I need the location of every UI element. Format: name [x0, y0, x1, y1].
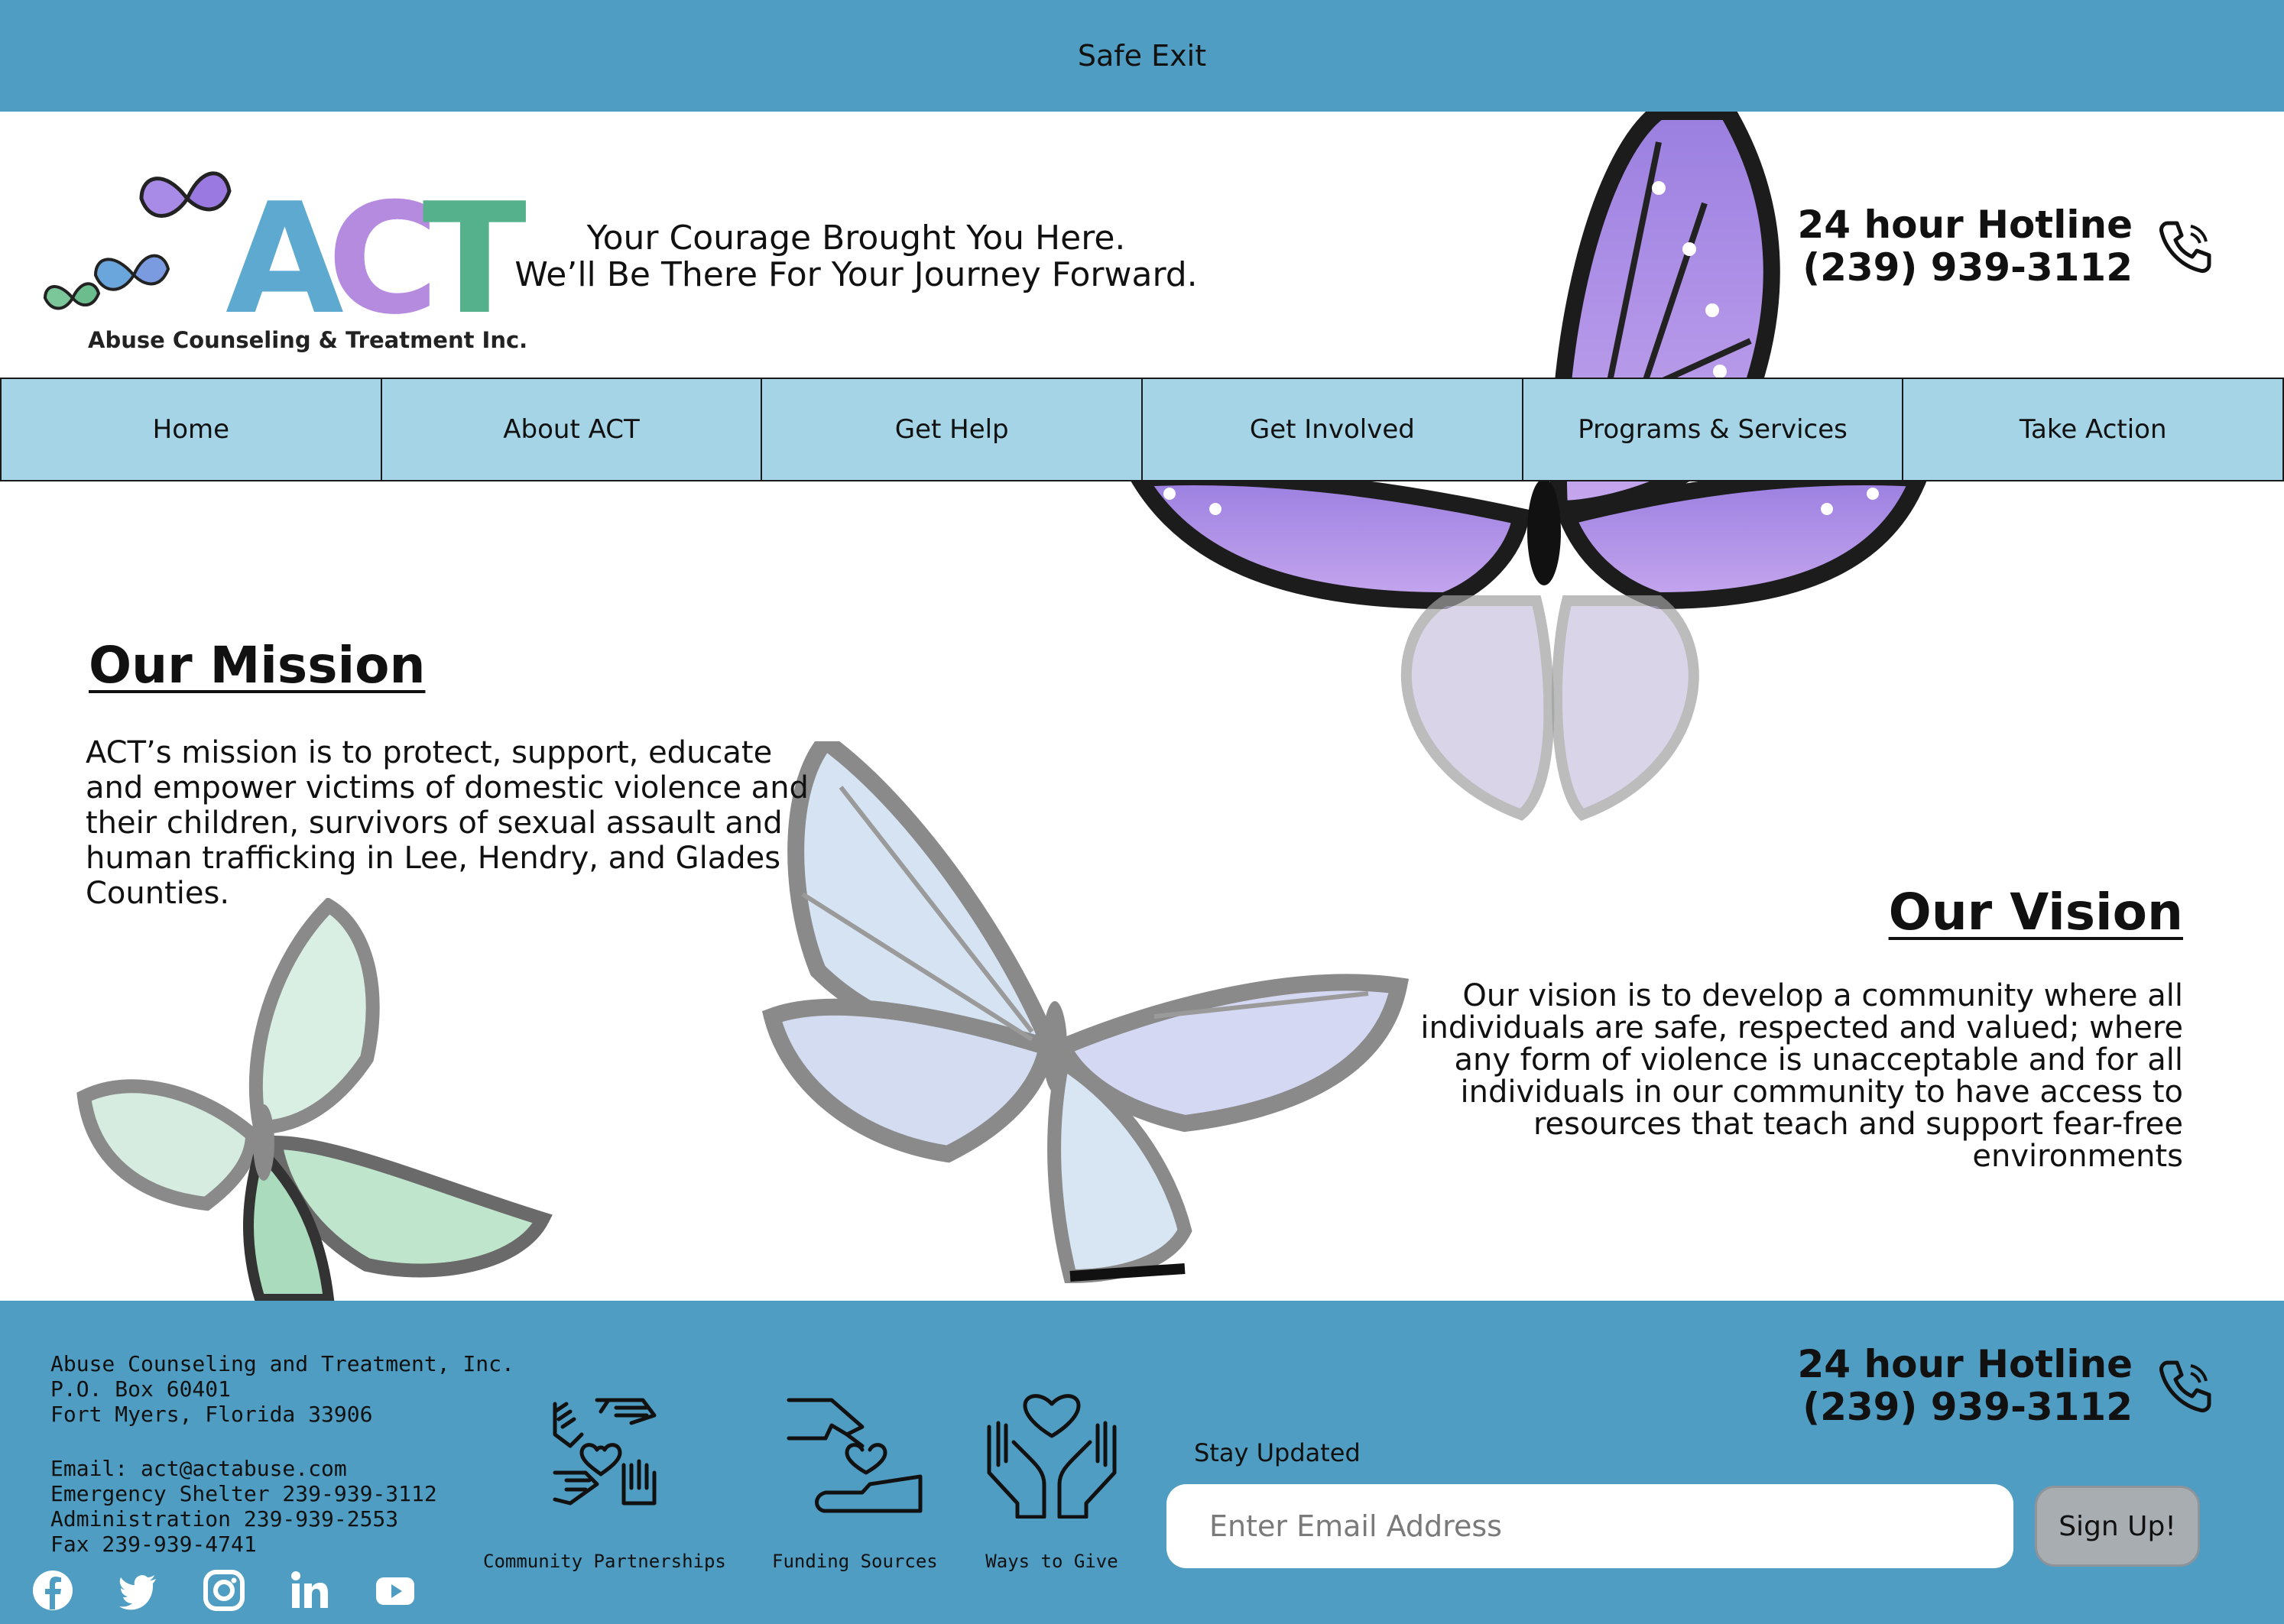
- footer-fax: Fax 239-939-4741: [50, 1532, 257, 1557]
- youtube-icon[interactable]: [373, 1568, 417, 1613]
- community-partnerships-label: Community Partnerships: [483, 1551, 726, 1572]
- footer-email[interactable]: Email: act@actabuse.com: [50, 1456, 514, 1481]
- email-input[interactable]: [1166, 1484, 2013, 1568]
- nav-item-about-act[interactable]: About ACT: [380, 378, 763, 481]
- funding-sources-link[interactable]: Funding Sources: [772, 1389, 938, 1572]
- hotline-label: 24 hour Hotline: [1797, 203, 2133, 247]
- stay-updated-label: Stay Updated: [1194, 1438, 1361, 1467]
- footer-hotline-number[interactable]: (239) 939-3112: [1682, 1386, 2133, 1428]
- ways-to-give-label: Ways to Give: [985, 1551, 1118, 1572]
- social-links: [31, 1568, 417, 1613]
- sign-up-button[interactable]: Sign Up!: [2035, 1486, 2200, 1567]
- twitter-icon[interactable]: [116, 1568, 161, 1613]
- blue-butterfly-image: [761, 741, 1410, 1284]
- safe-exit-button[interactable]: Safe Exit: [1078, 39, 1206, 73]
- tagline-line-1: Your Courage Brought You Here.: [586, 219, 1126, 258]
- hand-giving-heart-icon: [787, 1398, 923, 1513]
- footer-org-name: Abuse Counseling and Treatment, Inc.: [50, 1351, 514, 1376]
- instagram-icon[interactable]: [202, 1568, 246, 1613]
- hands-circle-icon: [553, 1398, 657, 1506]
- ways-to-give-link[interactable]: Ways to Give: [983, 1389, 1121, 1572]
- main-nav: Home About ACT Get Help Get Involved Pro…: [0, 378, 2284, 481]
- nav-item-get-involved[interactable]: Get Involved: [1141, 378, 1523, 481]
- footer-hotline-label: 24 hour Hotline: [1797, 1342, 2133, 1386]
- act-logo[interactable]: ACT Abuse Counseling & Treatment Inc.: [42, 153, 527, 359]
- hotline-number[interactable]: (239) 939-3112: [1682, 246, 2133, 289]
- hands-holding-heart-icon: [987, 1394, 1117, 1519]
- funding-sources-label: Funding Sources: [772, 1551, 938, 1572]
- footer-shelter-phone: Emergency Shelter 239-939-3112: [50, 1481, 437, 1506]
- nav-item-get-help[interactable]: Get Help: [761, 378, 1144, 481]
- green-butterfly-image: [76, 898, 553, 1303]
- nav-item-take-action[interactable]: Take Action: [1902, 378, 2284, 481]
- header-tagline: Your Courage Brought You Here. We’ll Be …: [459, 220, 1254, 293]
- mission-title: Our Mission: [89, 636, 426, 695]
- footer-admin-phone: Administration 239-939-2553: [50, 1506, 399, 1532]
- nav-item-programs-services[interactable]: Programs & Services: [1521, 378, 1904, 481]
- mission-text: ACT’s mission is to protect, support, ed…: [86, 735, 809, 911]
- top-bar: Safe Exit: [0, 0, 2284, 112]
- footer-contact-info: Abuse Counseling and Treatment, Inc. P.O…: [50, 1351, 514, 1557]
- logo-subtitle: Abuse Counseling & Treatment Inc.: [88, 327, 528, 353]
- phone-icon[interactable]: [2154, 216, 2215, 277]
- footer-hotline[interactable]: 24 hour Hotline (239) 939-3112: [1682, 1343, 2133, 1428]
- footer-phone-icon[interactable]: [2154, 1355, 2215, 1416]
- header-hotline[interactable]: 24 hour Hotline (239) 939-3112: [1682, 203, 2133, 289]
- community-partnerships-link[interactable]: Community Partnerships: [483, 1389, 726, 1572]
- tagline-line-2: We’ll Be There For Your Journey Forward.: [514, 255, 1198, 294]
- linkedin-icon[interactable]: [287, 1568, 332, 1613]
- footer-po-box: P.O. Box 60401: [50, 1376, 232, 1402]
- vision-title: Our Vision: [1888, 883, 2183, 942]
- footer-city: Fort Myers, Florida 33906: [50, 1402, 373, 1427]
- nav-item-home[interactable]: Home: [0, 378, 382, 481]
- facebook-icon[interactable]: [31, 1568, 75, 1613]
- vision-text: Our vision is to develop a community whe…: [1420, 978, 2183, 1174]
